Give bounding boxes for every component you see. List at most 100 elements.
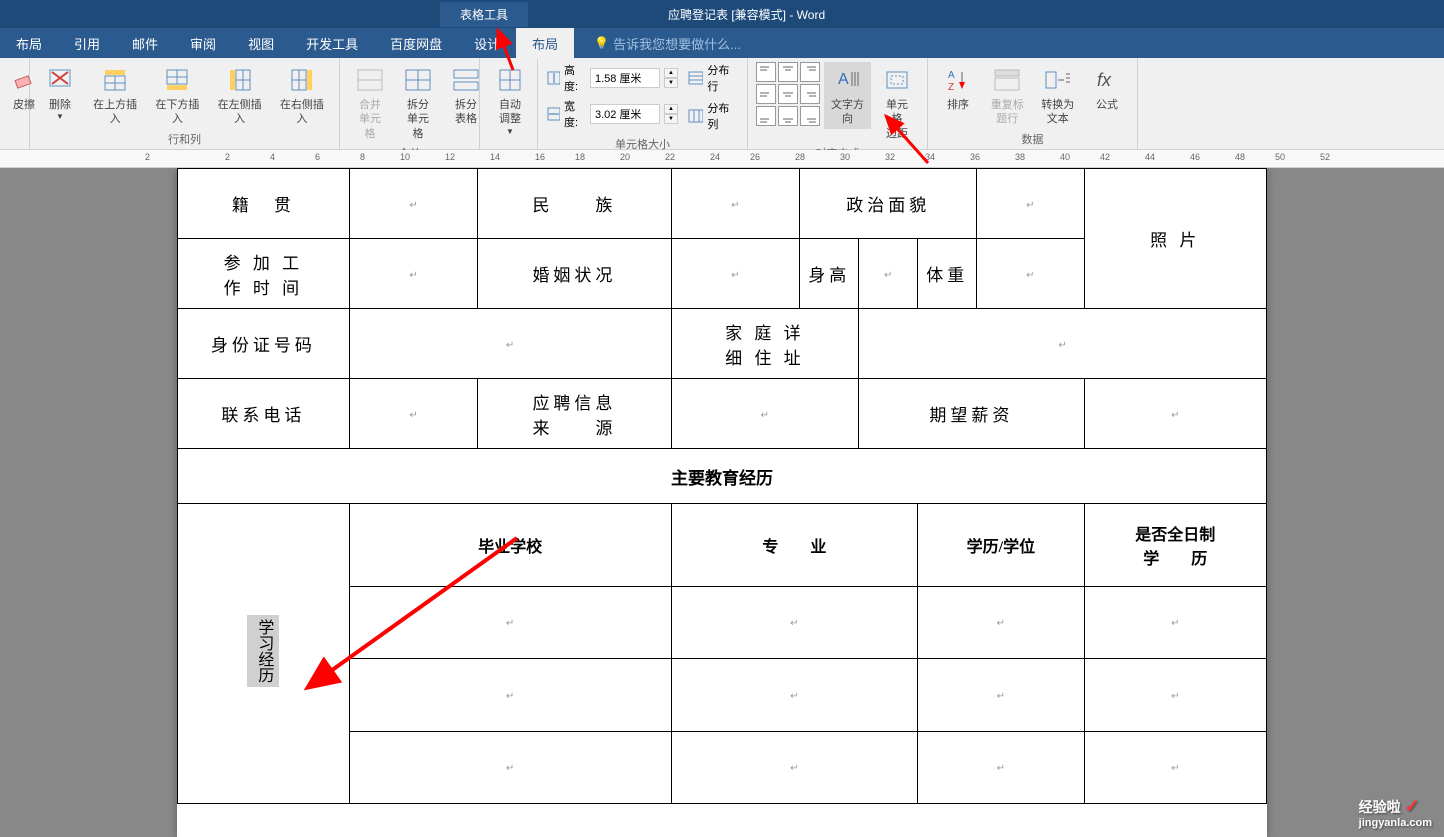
cell-empty[interactable]: ↵ xyxy=(349,659,671,731)
distribute-rows-button[interactable]: 分布行 xyxy=(688,62,739,94)
insert-right-button[interactable]: 在右侧插入 xyxy=(273,62,331,129)
cell-empty[interactable]: ↵ xyxy=(349,586,671,658)
merge-cells-button[interactable]: 合并 单元格 xyxy=(348,62,392,143)
group-label-data: 数据 xyxy=(936,129,1129,147)
cell-empty[interactable]: ↵ xyxy=(1084,659,1266,731)
cell-empty[interactable]: ↵ xyxy=(671,379,859,449)
align-top-left[interactable] xyxy=(756,62,776,82)
cell-address[interactable]: 家 庭 详 细 住 址 xyxy=(671,309,859,379)
cell-empty[interactable]: ↵ xyxy=(1084,731,1266,803)
height-input[interactable] xyxy=(590,68,660,88)
menu-review[interactable]: 审阅 xyxy=(174,28,232,59)
menu-developer[interactable]: 开发工具 xyxy=(290,28,374,59)
cell-empty[interactable]: ↵ xyxy=(977,239,1084,309)
height-down[interactable]: ▼ xyxy=(664,78,678,88)
cell-height[interactable]: 身高 xyxy=(800,239,859,309)
cell-school[interactable]: 毕业学校 xyxy=(349,504,671,587)
align-mid-right[interactable] xyxy=(800,84,820,104)
cell-empty[interactable]: ↵ xyxy=(671,586,918,658)
cell-photo[interactable]: 照 片 xyxy=(1084,169,1266,309)
cell-source[interactable]: 应聘信息 来 源 xyxy=(478,379,671,449)
svg-text:fx: fx xyxy=(1097,70,1112,90)
cell-empty[interactable]: ↵ xyxy=(671,731,918,803)
delete-button[interactable]: 删除 ▼ xyxy=(38,62,82,123)
cell-empty[interactable]: ↵ xyxy=(671,239,800,309)
cell-empty[interactable]: ↵ xyxy=(1084,586,1266,658)
cell-empty[interactable]: ↵ xyxy=(349,239,478,309)
cell-phone[interactable]: 联系电话 xyxy=(178,379,350,449)
insert-above-button[interactable]: 在上方插入 xyxy=(86,62,144,129)
page[interactable]: 籍 贯 ↵ 民 族 ↵ 政治面貌 ↵ 照 片 参 加 工 作 时 间 ↵ 婚姻状… xyxy=(177,168,1267,837)
align-mid-left[interactable] xyxy=(756,84,776,104)
table-row[interactable]: 身份证号码 ↵ 家 庭 详 细 住 址 ↵ xyxy=(178,309,1267,379)
width-up[interactable]: ▲ xyxy=(664,104,678,114)
table-row[interactable]: 主要教育经历 xyxy=(178,449,1267,504)
menu-baidu[interactable]: 百度网盘 xyxy=(374,28,458,59)
form-table[interactable]: 籍 贯 ↵ 民 族 ↵ 政治面貌 ↵ 照 片 参 加 工 作 时 间 ↵ 婚姻状… xyxy=(177,168,1267,804)
split-table-icon xyxy=(450,64,482,96)
document-area[interactable]: 籍 贯 ↵ 民 族 ↵ 政治面貌 ↵ 照 片 参 加 工 作 时 间 ↵ 婚姻状… xyxy=(0,168,1444,837)
cell-empty[interactable]: ↵ xyxy=(918,586,1084,658)
cell-empty[interactable]: ↵ xyxy=(349,379,478,449)
align-top-right[interactable] xyxy=(800,62,820,82)
formula-button[interactable]: fx 公式 xyxy=(1085,62,1129,114)
align-bot-right[interactable] xyxy=(800,106,820,126)
sort-button[interactable]: AZ 排序 xyxy=(936,62,980,114)
cell-degree[interactable]: 学历/学位 xyxy=(918,504,1084,587)
cell-empty[interactable]: ↵ xyxy=(349,169,478,239)
cell-empty[interactable]: ↵ xyxy=(671,659,918,731)
cell-empty[interactable]: ↵ xyxy=(918,731,1084,803)
cell-study-exp[interactable]: 学习经历 xyxy=(178,504,350,804)
autofit-button[interactable]: 自动调整 ▼ xyxy=(488,62,532,138)
cell-margins-button[interactable]: 单元格 边距 xyxy=(875,62,919,143)
table-row[interactable]: 籍 贯 ↵ 民 族 ↵ 政治面貌 ↵ 照 片 xyxy=(178,169,1267,239)
width-input[interactable] xyxy=(590,104,660,124)
cell-fulltime[interactable]: 是否全日制 学 历 xyxy=(1084,504,1266,587)
cell-empty[interactable]: ↵ xyxy=(1084,379,1266,449)
convert-button[interactable]: 转换为文本 xyxy=(1035,62,1082,129)
dist-cols-icon xyxy=(688,109,703,123)
cell-empty[interactable]: ↵ xyxy=(859,309,1267,379)
cell-minzu[interactable]: 民 族 xyxy=(478,169,671,239)
cell-empty[interactable]: ↵ xyxy=(671,169,800,239)
cell-major[interactable]: 专 业 xyxy=(671,504,918,587)
menu-design[interactable]: 设计 xyxy=(458,28,516,59)
menu-layout[interactable]: 布局 xyxy=(0,28,58,59)
cell-marriage[interactable]: 婚姻状况 xyxy=(478,239,671,309)
menu-references[interactable]: 引用 xyxy=(58,28,116,59)
split-cells-button[interactable]: 拆分 单元格 xyxy=(396,62,440,143)
horizontal-ruler[interactable]: 2 2 4 6 8 10 12 14 16 18 20 22 24 26 28 … xyxy=(0,150,1444,168)
group-label-rowcol: 行和列 xyxy=(38,129,331,147)
repeat-header-button[interactable]: 重复标题行 xyxy=(984,62,1031,129)
width-label: 宽度: xyxy=(564,98,586,130)
height-icon xyxy=(546,70,560,86)
menu-mailings[interactable]: 邮件 xyxy=(116,28,174,59)
height-up[interactable]: ▲ xyxy=(664,68,678,78)
width-down[interactable]: ▼ xyxy=(664,114,678,124)
text-direction-button[interactable]: A 文字方向 xyxy=(824,62,871,129)
cell-empty[interactable]: ↵ xyxy=(977,169,1084,239)
cell-edu-header[interactable]: 主要教育经历 xyxy=(178,449,1267,504)
cell-empty[interactable]: ↵ xyxy=(918,659,1084,731)
cell-empty[interactable]: ↵ xyxy=(349,309,671,379)
table-row[interactable]: 联系电话 ↵ 应聘信息 来 源 ↵ 期望薪资 ↵ xyxy=(178,379,1267,449)
insert-left-button[interactable]: 在左侧插入 xyxy=(211,62,269,129)
align-bot-left[interactable] xyxy=(756,106,776,126)
cell-idcard[interactable]: 身份证号码 xyxy=(178,309,350,379)
cell-empty[interactable]: ↵ xyxy=(859,239,918,309)
cell-empty[interactable]: ↵ xyxy=(349,731,671,803)
table-row[interactable]: 学习经历 毕业学校 专 业 学历/学位 是否全日制 学 历 xyxy=(178,504,1267,587)
align-mid-center[interactable] xyxy=(778,84,798,104)
cell-salary[interactable]: 期望薪资 xyxy=(859,379,1084,449)
insert-below-button[interactable]: 在下方插入 xyxy=(148,62,206,129)
cell-worktime[interactable]: 参 加 工 作 时 间 xyxy=(178,239,350,309)
cell-zhengzhi[interactable]: 政治面貌 xyxy=(800,169,977,239)
distribute-cols-button[interactable]: 分布列 xyxy=(688,100,739,132)
menu-table-layout[interactable]: 布局 xyxy=(516,28,574,59)
align-bot-center[interactable] xyxy=(778,106,798,126)
cell-weight[interactable]: 体重 xyxy=(918,239,977,309)
tell-me-search[interactable]: 💡 告诉我您想要做什么... xyxy=(594,34,741,53)
align-top-center[interactable] xyxy=(778,62,798,82)
menu-view[interactable]: 视图 xyxy=(232,28,290,59)
cell-jiguan[interactable]: 籍 贯 xyxy=(178,169,350,239)
